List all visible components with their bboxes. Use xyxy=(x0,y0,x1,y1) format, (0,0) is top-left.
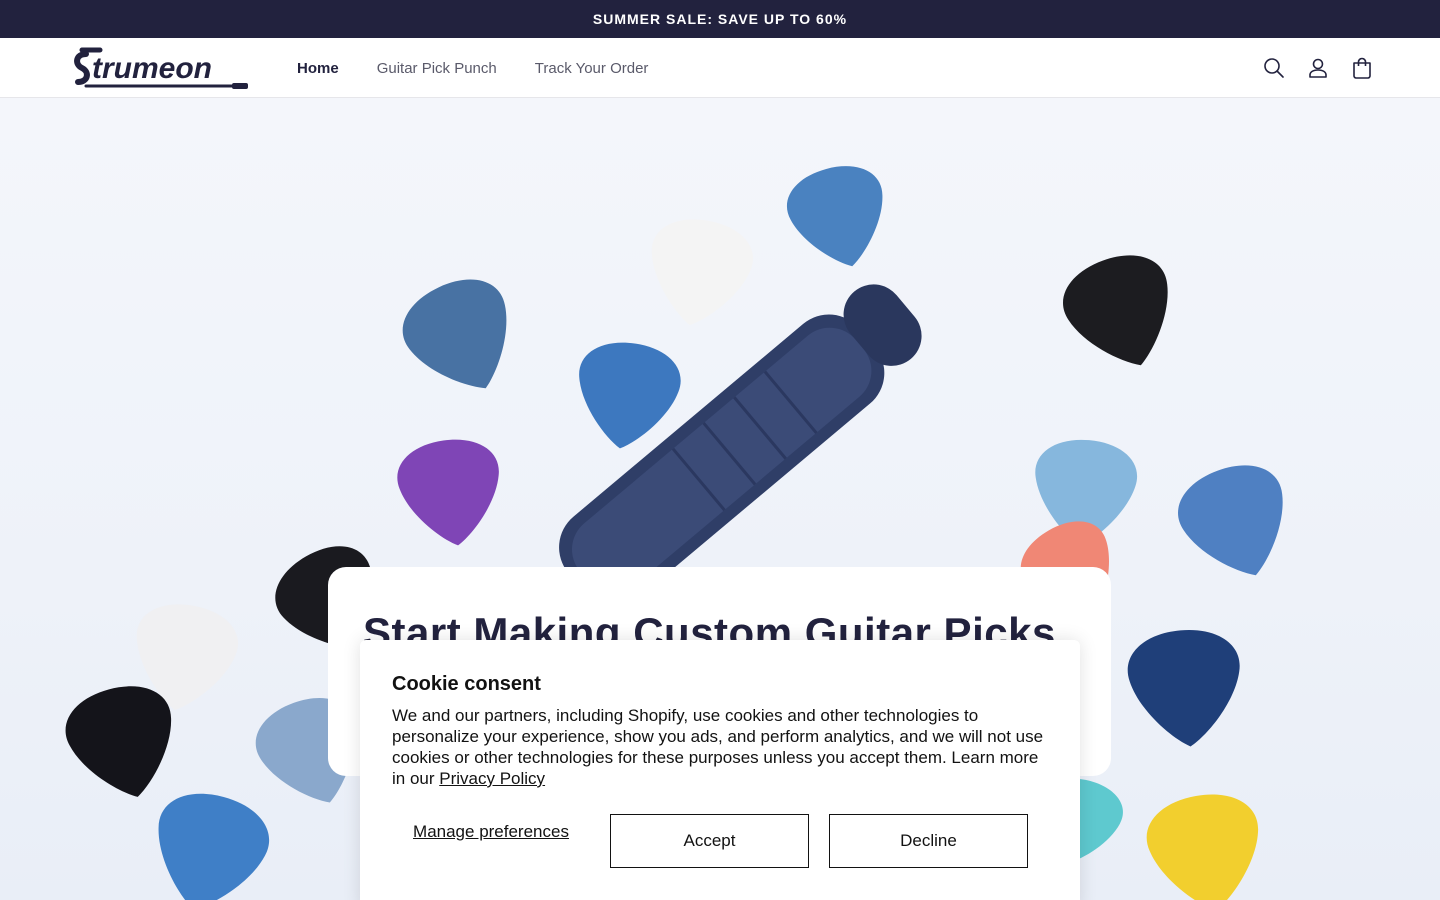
nav-guitar-pick-punch[interactable]: Guitar Pick Punch xyxy=(377,60,497,77)
announcement-text: SUMMER SALE: SAVE UP TO 60% xyxy=(592,11,848,27)
cookie-consent-dialog: Cookie consent We and our partners, incl… xyxy=(360,640,1080,900)
account-icon[interactable] xyxy=(1306,52,1330,84)
cookie-description: We and our partners, including Shopify, … xyxy=(392,705,1052,789)
manage-preferences-link[interactable]: Manage preferences xyxy=(410,822,572,841)
site-header: trumeon Home Guitar Pick Punch Track You… xyxy=(0,38,1440,98)
accept-button[interactable]: Accept xyxy=(610,814,809,868)
main-nav: Home Guitar Pick Punch Track Your Order xyxy=(297,38,686,98)
cart-icon[interactable] xyxy=(1350,52,1374,84)
search-icon[interactable] xyxy=(1262,52,1286,84)
strumeon-logo[interactable]: trumeon xyxy=(72,44,252,92)
cookie-title: Cookie consent xyxy=(392,673,541,695)
privacy-policy-link[interactable]: Privacy Policy xyxy=(439,769,545,788)
nav-home[interactable]: Home xyxy=(297,60,339,77)
decline-button[interactable]: Decline xyxy=(829,814,1028,868)
announcement-bar: SUMMER SALE: SAVE UP TO 60% xyxy=(0,0,1440,38)
nav-track-order[interactable]: Track Your Order xyxy=(535,60,649,77)
header-icons xyxy=(1262,52,1374,84)
svg-text:trumeon: trumeon xyxy=(92,52,212,85)
